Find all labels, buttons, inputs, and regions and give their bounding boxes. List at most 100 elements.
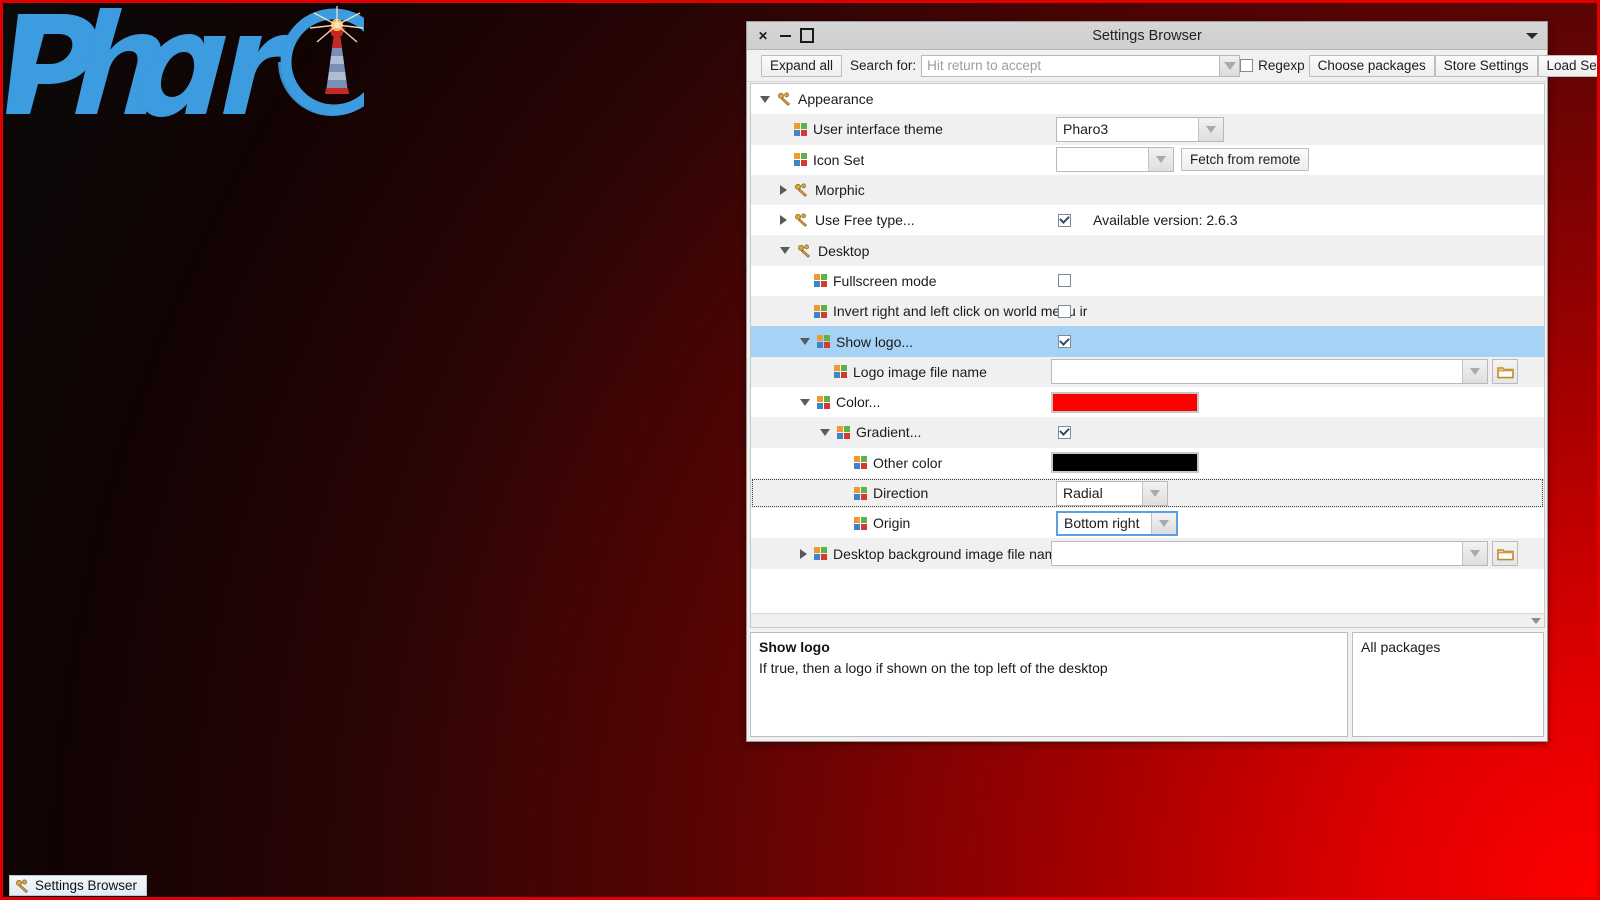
chevron-down-icon: [1159, 519, 1169, 527]
package-list-item[interactable]: All packages: [1361, 639, 1535, 655]
tree-row-label: Use Free type...: [815, 212, 915, 229]
tree-row-control: Radial: [1056, 480, 1168, 506]
window-menu-chevron-down-icon[interactable]: [1526, 32, 1538, 39]
tree-row-label-group: Show logo...: [751, 334, 913, 350]
tree-row[interactable]: Direction Radial: [751, 477, 1544, 509]
color-swatch[interactable]: [1051, 452, 1199, 474]
twisty-collapsed-icon[interactable]: [780, 215, 787, 226]
settings-item-icon: [814, 274, 827, 288]
tree-row-label-group: Use Free type...: [751, 212, 915, 228]
browse-folder-button[interactable]: [1492, 541, 1518, 567]
file-name-input[interactable]: [1052, 360, 1462, 384]
settings-tree[interactable]: Appearance User interface theme Pharo3 Icon…: [750, 83, 1545, 628]
search-input[interactable]: [921, 54, 1220, 77]
fetch-from-remote-button[interactable]: Fetch from remote: [1181, 148, 1310, 172]
tree-row-label: Desktop background image file name...: [833, 545, 1076, 562]
dropdown-arrow-button[interactable]: [1151, 512, 1176, 534]
tree-row[interactable]: Appearance: [751, 84, 1544, 115]
tree-row[interactable]: Invert right and left click on world men…: [751, 296, 1544, 327]
tree-row[interactable]: Use Free type... Available version: 2.6.3: [751, 205, 1544, 236]
setting-dropdown-value: Pharo3: [1057, 117, 1198, 141]
tree-scrollbar[interactable]: [751, 613, 1544, 627]
scroll-down-icon[interactable]: [1531, 617, 1541, 624]
regexp-checkbox[interactable]: [1240, 59, 1254, 72]
folder-icon: [1496, 365, 1514, 379]
taskbar: Settings Browser: [0, 870, 1600, 900]
settings-item-icon: [794, 122, 807, 136]
browse-folder-button[interactable]: [1492, 359, 1518, 385]
twisty-collapsed-icon[interactable]: [780, 185, 787, 196]
chevron-down-icon: [1156, 156, 1166, 164]
search-label: Search for:: [850, 58, 917, 73]
setting-checkbox[interactable]: [1058, 213, 1071, 227]
twisty-expanded-icon[interactable]: [820, 428, 830, 436]
settings-item-icon: [854, 516, 867, 530]
setting-dropdown[interactable]: Radial: [1056, 480, 1168, 506]
tree-row-label: Direction: [873, 485, 929, 501]
file-name-field[interactable]: [1051, 541, 1488, 567]
tree-row-control: [1051, 452, 1199, 474]
tree-row[interactable]: Icon Set Fetch from remote: [751, 144, 1544, 175]
tree-row-label-group: Morphic: [751, 182, 865, 198]
dropdown-arrow-button[interactable]: [1148, 148, 1173, 172]
settings-group-icon: [794, 213, 809, 228]
file-name-field[interactable]: [1051, 359, 1488, 385]
choose-packages-button[interactable]: Choose packages: [1308, 54, 1435, 77]
tree-row-label-group: Color...: [751, 394, 880, 410]
setting-checkbox[interactable]: [1058, 274, 1071, 288]
tree-row-label-group: Gradient...: [751, 424, 921, 440]
settings-item-icon: [817, 335, 830, 349]
dropdown-arrow-button[interactable]: [1462, 542, 1487, 566]
close-icon[interactable]: [756, 29, 770, 43]
twisty-collapsed-icon[interactable]: [800, 548, 807, 559]
setting-checkbox[interactable]: [1058, 425, 1071, 439]
setting-dropdown[interactable]: Bottom right: [1056, 510, 1178, 536]
settings-item-icon: [817, 395, 830, 409]
tree-row-label-group: Fullscreen mode: [751, 273, 937, 289]
twisty-expanded-icon[interactable]: [760, 95, 770, 103]
tree-row[interactable]: Fullscreen mode: [751, 265, 1544, 297]
tree-row[interactable]: Morphic: [751, 174, 1544, 206]
taskbar-item-settings-browser[interactable]: Settings Browser: [9, 875, 148, 896]
tree-row[interactable]: Desktop: [751, 235, 1544, 266]
minimize-icon[interactable]: [778, 29, 792, 43]
tree-row-control: [1051, 391, 1199, 413]
setting-dropdown-value: Radial: [1057, 481, 1142, 505]
tree-row[interactable]: Color...: [751, 386, 1544, 418]
tree-row-label: Logo image file name: [853, 363, 987, 380]
setting-dropdown[interactable]: Pharo3: [1056, 116, 1224, 142]
packages-pane[interactable]: All packages: [1352, 632, 1544, 737]
search-history-dropdown-button[interactable]: [1219, 54, 1241, 77]
maximize-icon[interactable]: [800, 29, 814, 43]
settings-item-icon: [837, 425, 850, 439]
file-name-input[interactable]: [1052, 542, 1462, 566]
tree-row[interactable]: Origin Bottom right: [751, 508, 1544, 539]
tree-row-label-group: Appearance: [751, 91, 874, 107]
expand-all-button[interactable]: Expand all: [761, 54, 843, 77]
tree-row[interactable]: Logo image file name: [751, 356, 1544, 387]
tree-row-label: Fullscreen mode: [833, 272, 937, 289]
tree-row[interactable]: Desktop background image file name...: [751, 538, 1544, 569]
color-swatch[interactable]: [1051, 391, 1199, 413]
dropdown-arrow-button[interactable]: [1198, 117, 1223, 141]
dropdown-arrow-button[interactable]: [1462, 360, 1487, 384]
settings-item-icon: [794, 153, 807, 167]
tree-row[interactable]: Show logo...: [751, 326, 1544, 357]
desktop-background: Settings Browser Expand all Search for: …: [0, 0, 1600, 900]
twisty-expanded-icon[interactable]: [800, 398, 810, 406]
tree-row-label-group: Invert right and left click on world men…: [751, 303, 1087, 319]
twisty-expanded-icon[interactable]: [780, 247, 790, 255]
setting-dropdown[interactable]: [1056, 147, 1174, 173]
regexp-label: Regexp: [1258, 58, 1305, 73]
window-title: Settings Browser: [1092, 27, 1202, 44]
tree-row[interactable]: User interface theme Pharo3: [751, 114, 1544, 145]
store-settings-button[interactable]: Store Settings: [1434, 54, 1538, 77]
setting-checkbox[interactable]: [1058, 304, 1071, 318]
load-settings-button[interactable]: Load Settings: [1537, 54, 1600, 77]
twisty-expanded-icon[interactable]: [800, 338, 810, 346]
setting-checkbox[interactable]: [1058, 335, 1071, 349]
tree-row[interactable]: Other color: [751, 447, 1544, 478]
dropdown-arrow-button[interactable]: [1142, 481, 1167, 505]
tree-row[interactable]: Gradient...: [751, 417, 1544, 448]
